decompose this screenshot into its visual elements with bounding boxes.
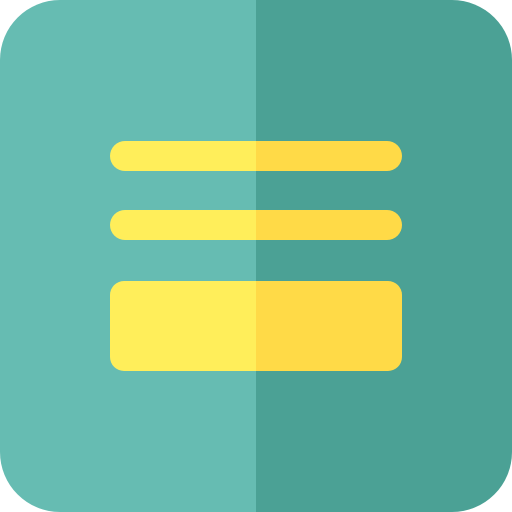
tile-background xyxy=(0,0,512,512)
tile-left-half xyxy=(0,0,256,512)
menu-card-icon xyxy=(0,0,512,512)
menu-card-icon-svg xyxy=(0,0,512,512)
tile-right-half xyxy=(256,0,512,512)
